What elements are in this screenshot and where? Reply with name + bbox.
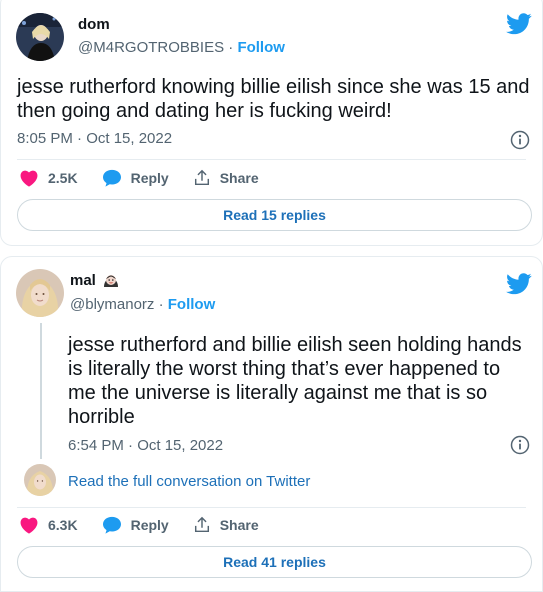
- reply-button[interactable]: Reply: [102, 516, 169, 534]
- conversation-avatar[interactable]: [24, 464, 56, 496]
- reply-button[interactable]: Reply: [102, 169, 169, 187]
- separator: ·: [228, 39, 234, 56]
- handle[interactable]: @M4RGOTROBBIES: [78, 39, 224, 56]
- read-replies-button[interactable]: Read 15 replies: [17, 199, 532, 231]
- read-conversation-link[interactable]: Read the full conversation on Twitter: [68, 473, 310, 490]
- handle-row: @M4RGOTROBBIES · Follow: [78, 39, 285, 56]
- tweet-text: jesse rutherford and billie eilish seen …: [68, 333, 534, 429]
- info-icon[interactable]: [510, 130, 530, 150]
- timestamp[interactable]: 6:54 PM · Oct 15, 2022: [68, 437, 223, 454]
- read-replies-label: Read 15 replies: [223, 207, 326, 223]
- reply-bubble-icon: [102, 169, 121, 187]
- share-label: Share: [219, 170, 259, 186]
- divider: [17, 507, 526, 508]
- tweet-card: mal @blymanorz · Follow jesse rutherford…: [0, 256, 543, 592]
- tweet-text-line: jesse rutherford knowing billie eilish s…: [17, 76, 530, 98]
- vampire-emoji-icon: [103, 275, 118, 287]
- like-count: 6.3K: [48, 517, 78, 533]
- info-icon[interactable]: [510, 435, 530, 455]
- tweet-text-line: horrible: [68, 406, 135, 428]
- twitter-bird-icon[interactable]: [506, 273, 532, 295]
- action-bar: 2.5K Reply Share: [19, 169, 283, 187]
- display-name[interactable]: dom: [78, 16, 110, 33]
- twitter-bird-icon[interactable]: [506, 13, 532, 35]
- heart-icon: [20, 517, 38, 534]
- tweet-text: jesse rutherford knowing billie eilish s…: [17, 75, 532, 123]
- like-button[interactable]: 6.3K: [19, 516, 78, 534]
- heart-icon: [20, 170, 38, 187]
- like-button[interactable]: 2.5K: [19, 169, 78, 187]
- thread-line: [40, 323, 42, 459]
- avatar[interactable]: [16, 269, 64, 317]
- tweet-text-line: then going and dating her is fucking wei…: [17, 100, 392, 122]
- reply-label: Reply: [130, 517, 169, 533]
- read-replies-button[interactable]: Read 41 replies: [17, 546, 532, 578]
- display-name-text: mal: [70, 271, 96, 289]
- action-bar: 6.3K Reply Share: [19, 516, 283, 534]
- tweet-text-line: jesse rutherford and billie eilish seen …: [68, 334, 522, 356]
- separator: ·: [158, 296, 164, 313]
- share-icon: [194, 516, 209, 533]
- display-name-text: dom: [78, 16, 110, 33]
- avatar[interactable]: [16, 13, 64, 61]
- reply-label: Reply: [130, 170, 169, 186]
- share-button[interactable]: Share: [193, 169, 259, 187]
- timestamp[interactable]: 8:05 PM · Oct 15, 2022: [17, 130, 172, 147]
- share-label: Share: [219, 517, 259, 533]
- tweet-card: dom @M4RGOTROBBIES · Follow jesse ruther…: [0, 0, 543, 246]
- tweet-text-line: me the universe is literally against me …: [68, 382, 488, 404]
- share-icon: [194, 169, 209, 186]
- tweet-text-line: is literally the worst thing that’s ever…: [68, 358, 501, 380]
- share-button[interactable]: Share: [193, 516, 259, 534]
- follow-button[interactable]: Follow: [168, 296, 216, 313]
- reply-bubble-icon: [102, 516, 121, 534]
- follow-button[interactable]: Follow: [237, 39, 285, 56]
- handle-row: @blymanorz · Follow: [70, 296, 215, 313]
- handle[interactable]: @blymanorz: [70, 296, 154, 313]
- like-count: 2.5K: [48, 170, 78, 186]
- read-replies-label: Read 41 replies: [223, 554, 326, 570]
- display-name[interactable]: mal: [70, 271, 120, 289]
- divider: [17, 159, 526, 160]
